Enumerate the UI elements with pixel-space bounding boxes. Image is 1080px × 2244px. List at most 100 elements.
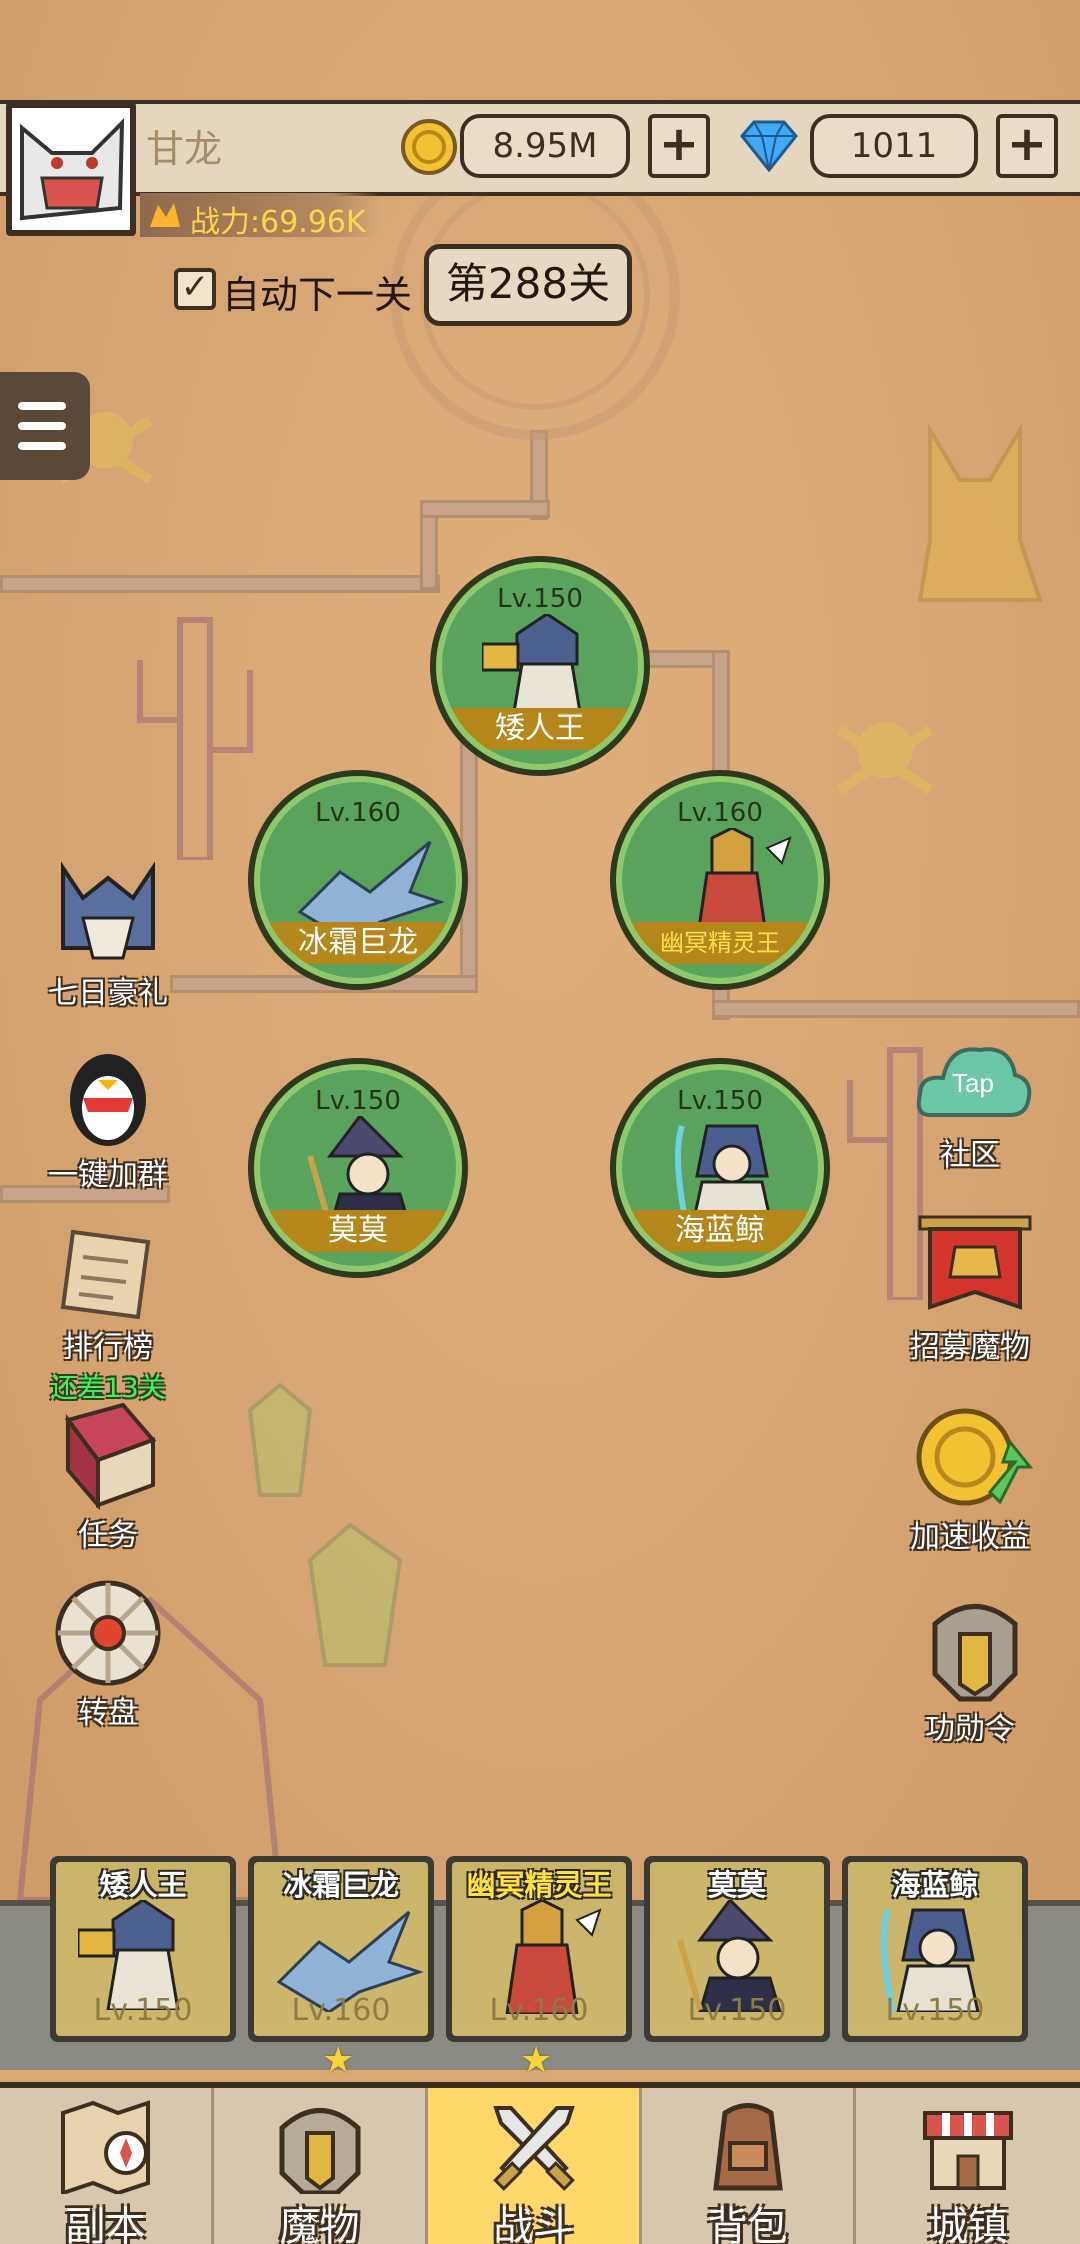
squad-hero-name: 幽冥精灵王 [466,1868,612,1902]
crystal-icon [247,1382,313,1497]
monster-helmet-icon [279,2108,360,2196]
tab-monsters[interactable]: 魔物 [214,2088,428,2244]
gem-amount: 1011 [810,114,978,178]
community-button[interactable]: Tap 社区 [890,1030,1050,1174]
banner-helmet-icon [918,1215,1032,1310]
lucky-wheel-button[interactable]: 转盘 [28,1578,188,1732]
golem-statue-icon [917,422,1043,602]
side-button-label: 加速收益 [910,1520,1030,1555]
knight-helmet-icon [61,861,155,960]
player-avatar[interactable] [6,102,136,236]
add-gold-button[interactable]: + [648,114,710,178]
side-button-label: 七日豪礼 [48,976,168,1011]
leaderboard-button[interactable]: 排行榜 还差13关 [28,1222,188,1405]
side-button-label: 排行榜 [63,1330,153,1365]
menu-line [18,422,66,430]
coin-arrow-icon [916,1408,1034,1506]
squad-hero-name: 冰霜巨龙 [282,1868,399,1902]
squad-hero-level: Lv.160 [291,1993,391,2028]
penguin-icon [70,1054,146,1146]
squad-hero-name: 海蓝鲸 [891,1868,979,1902]
hero-name: 幽冥精灵王 [622,922,818,964]
shop-icon [923,2111,1013,2190]
auto-next-checkbox[interactable]: ✓ [174,268,216,310]
hero-level: Lv.160 [677,798,763,828]
gold-coin-icon [401,119,457,175]
auto-next-label: 自动下一关 [222,273,413,317]
star-icon: ★ [520,2040,553,2081]
diamond-icon [740,120,798,173]
crystal-icon [307,1522,403,1667]
recruit-monster-button[interactable]: 招募魔物 [890,1212,1050,1366]
map-path [420,500,550,518]
gold-amount: 8.95M [460,114,630,178]
hero-name: 海蓝鲸 [622,1210,818,1252]
squad-card-momo[interactable]: 莫莫 Lv.150 [644,1856,830,2042]
tab-label: 魔物 [279,2204,360,2244]
formation-slot-frost-dragon[interactable]: Lv.160 冰霜巨龙 [248,770,468,990]
hero-level: Lv.150 [497,584,583,614]
power-icon [150,203,180,227]
hero-name: 莫莫 [260,1210,456,1252]
hero-name: 矮人王 [442,708,638,750]
tab-backpack[interactable]: 背包 [642,2088,856,2244]
side-button-label: 招募魔物 [910,1330,1030,1365]
menu-line [18,442,66,450]
squad-hero-level: Lv.150 [93,1993,193,2028]
power-value: 战力:69.96K [190,205,366,240]
tap-badge-text: Tap [952,1068,994,1098]
tab-label: 战斗 [493,2204,574,2244]
hero-level: Lv.150 [677,1086,763,1116]
tab-label: 背包 [707,2204,788,2244]
speed-up-income-button[interactable]: 加速收益 [890,1402,1050,1556]
squad-hero-level: Lv.150 [687,1993,787,2028]
cactus-icon [137,617,253,860]
side-button-label: 转盘 [78,1696,138,1731]
crossed-swords-icon [492,2106,575,2191]
backpack-icon [712,2103,783,2191]
side-button-label: 一键加群 [48,1158,168,1193]
map-path [0,575,440,593]
menu-line [18,402,66,410]
quest-button[interactable]: 任务 [28,1400,188,1554]
map-compass-icon [60,2100,150,2196]
squad-hero-level: Lv.150 [885,1993,985,2028]
skull-icon [837,722,933,795]
side-button-label: 社区 [940,1138,1000,1173]
current-stage-button[interactable]: 第288关 [424,244,632,326]
wheel-icon [55,1580,161,1686]
squad-hero-name: 莫莫 [707,1868,766,1902]
formation-slot-nether-elf-king[interactable]: Lv.160 幽冥精灵王 [610,770,830,990]
menu-button[interactable] [0,372,90,480]
merit-pass-button[interactable]: 功勋令 [890,1594,1050,1748]
gold-helmet-icon [932,1604,1018,1702]
squad-card-nether-elf-king[interactable]: 幽冥精灵王 Lv.160 [446,1856,632,2042]
side-button-label: 任务 [78,1518,138,1553]
side-button-label: 功勋令 [925,1712,1015,1747]
join-group-button[interactable]: 一键加群 [28,1040,188,1194]
formation-slot-dwarf-king[interactable]: Lv.150 矮人王 [430,556,650,776]
squad-card-dwarf-king[interactable]: 矮人王 Lv.150 [50,1856,236,2042]
add-gem-button[interactable]: + [996,114,1058,178]
map-path [712,1000,1080,1018]
squad-card-frost-dragon[interactable]: 冰霜巨龙 Lv.160 [248,1856,434,2042]
hero-level: Lv.150 [315,1086,401,1116]
tab-dungeon[interactable]: 副本 [0,2088,214,2244]
wolf-avatar-icon [12,108,130,230]
tab-label: 城镇 [928,2204,1008,2244]
star-icon: ★ [322,2040,355,2081]
formation-slot-blue-whale[interactable]: Lv.150 海蓝鲸 [610,1058,830,1278]
formation-slot-momo[interactable]: Lv.150 莫莫 [248,1058,468,1278]
book-icon [64,1402,157,1511]
hero-name: 冰霜巨龙 [260,922,456,964]
squad-hero-level: Lv.160 [489,1993,589,2028]
player-name: 甘龙 [146,127,223,171]
scroll-icon [60,1229,151,1320]
hero-level: Lv.160 [315,798,401,828]
power-bar: 战力:69.96K [140,193,380,240]
tab-label: 副本 [65,2204,146,2244]
squad-card-blue-whale[interactable]: 海蓝鲸 Lv.150 [842,1856,1028,2042]
tab-town[interactable]: 城镇 [856,2088,1080,2244]
tab-battle[interactable]: 战斗 [428,2088,642,2244]
seven-day-gift-button[interactable]: 七日豪礼 [28,858,188,1012]
